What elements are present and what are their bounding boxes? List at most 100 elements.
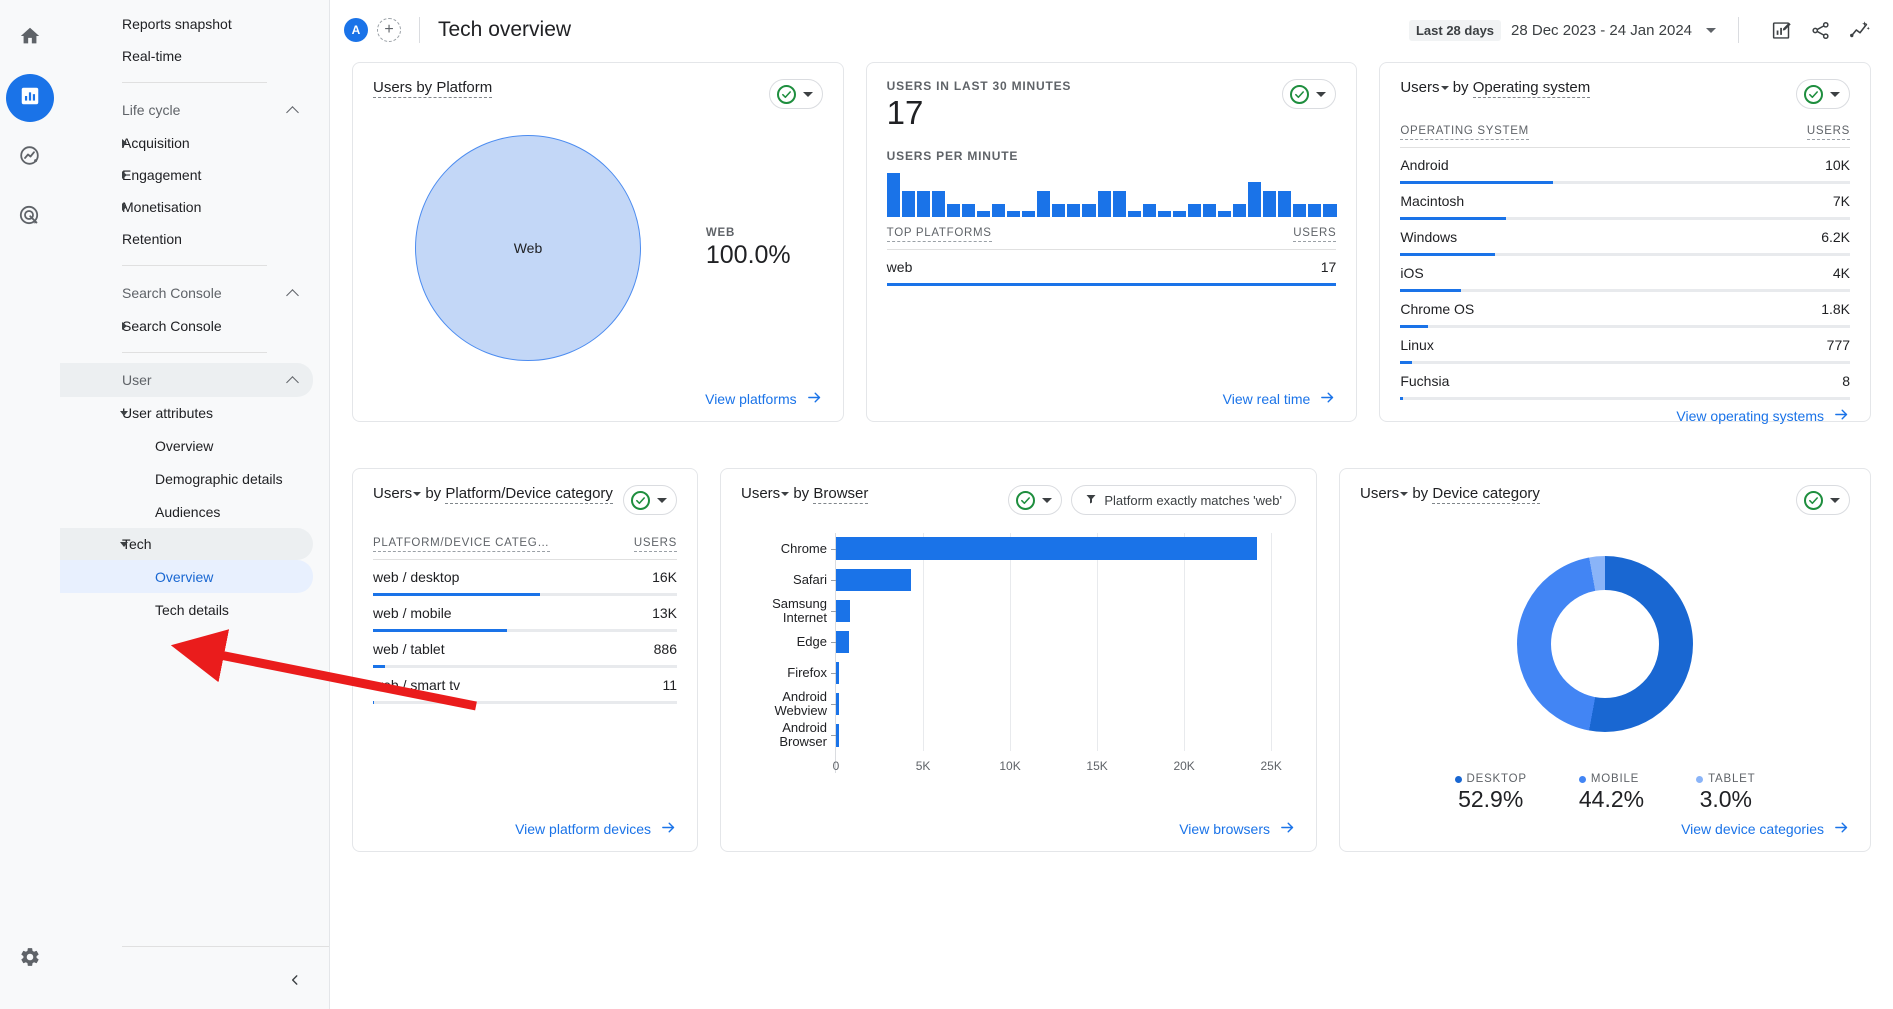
bar[interactable] xyxy=(836,724,839,746)
sidebar-group-search-console[interactable]: Search Console xyxy=(60,276,313,310)
dimension-selector-label[interactable]: Browser xyxy=(813,485,868,504)
sidebar-item-reports-snapshot[interactable]: Reports snapshot xyxy=(60,8,313,40)
view-device-categories-link[interactable]: View device categories xyxy=(1681,819,1850,839)
card-title-text[interactable]: Users by Platform xyxy=(373,79,492,98)
row-bar-fill xyxy=(1400,253,1494,256)
insights-icon[interactable] xyxy=(1849,19,1871,41)
account-avatar[interactable]: A xyxy=(344,18,368,42)
date-range-text[interactable]: 28 Dec 2023 - 24 Jan 2024 xyxy=(1511,22,1692,39)
legend-item[interactable]: MOBILE44.2% xyxy=(1579,773,1644,813)
sidebar-item-tech-overview[interactable]: Overview xyxy=(60,560,313,593)
filter-chip-platform[interactable]: Platform exactly matches 'web' xyxy=(1071,485,1296,515)
data-quality-chip[interactable] xyxy=(1008,485,1062,515)
bar[interactable] xyxy=(836,569,911,591)
table-column-header-platform[interactable]: TOP PLATFORMS xyxy=(887,227,992,242)
device-legend: DESKTOP52.9% MOBILE44.2% TABLET3.0% xyxy=(1360,773,1850,813)
share-icon[interactable] xyxy=(1810,20,1831,41)
donut-ring[interactable] xyxy=(1517,556,1693,732)
metric-selector-label[interactable]: Users xyxy=(1400,79,1439,96)
table-row[interactable]: Chrome OS1.8K xyxy=(1400,292,1850,328)
sidebar-group-life-cycle[interactable]: Life cycle xyxy=(60,93,313,127)
rail-reports-button[interactable] xyxy=(6,74,54,122)
platform-device-table: PLATFORM/DEVICE CATEG… USERS web / deskt… xyxy=(373,537,677,704)
chevron-down-icon[interactable] xyxy=(1400,492,1408,496)
rail-explore-button[interactable] xyxy=(6,134,54,182)
table-row[interactable]: web 17 xyxy=(887,250,1337,286)
table-row[interactable]: Android10K xyxy=(1400,148,1850,184)
sidebar-collapse-button[interactable] xyxy=(283,969,307,993)
view-platform-devices-link[interactable]: View platform devices xyxy=(515,819,677,839)
sidebar-item-label: Acquisition xyxy=(122,135,190,151)
sidebar-item-tech[interactable]: Tech xyxy=(60,528,313,560)
dimension-selector-label[interactable]: Device category xyxy=(1432,485,1540,504)
table-row[interactable]: iOS4K xyxy=(1400,256,1850,292)
rail-advertising-button[interactable] xyxy=(6,194,54,242)
sidebar-item-real-time[interactable]: Real-time xyxy=(60,40,313,72)
sidebar-item-user-attributes[interactable]: User attributes xyxy=(60,397,313,429)
table-column-header-users[interactable]: USERS xyxy=(1293,227,1336,242)
legend-item[interactable]: DESKTOP52.9% xyxy=(1455,773,1527,813)
bar[interactable] xyxy=(836,693,839,715)
rail-home-button[interactable] xyxy=(6,14,54,62)
table-column-header-users[interactable]: USERS xyxy=(1807,125,1850,140)
dimension-selector-label[interactable]: Operating system xyxy=(1473,79,1591,98)
add-comparison-button[interactable]: + xyxy=(377,18,401,42)
table-row[interactable]: Macintosh7K xyxy=(1400,184,1850,220)
table-row[interactable]: web / desktop16K xyxy=(373,560,677,596)
view-browsers-link[interactable]: View browsers xyxy=(1179,819,1296,839)
metric-selector-label[interactable]: Users xyxy=(373,485,412,502)
data-quality-chip[interactable] xyxy=(1796,485,1850,515)
rail-admin-settings-button[interactable] xyxy=(6,935,54,983)
sidebar-item-acquisition[interactable]: Acquisition xyxy=(60,127,313,159)
legend-label: TABLET xyxy=(1696,773,1755,785)
view-platforms-link[interactable]: View platforms xyxy=(705,389,823,409)
chevron-down-icon[interactable] xyxy=(1441,86,1449,90)
bar[interactable] xyxy=(836,662,839,684)
row-bar-track xyxy=(373,593,677,596)
table-row[interactable]: web / smart tv11 xyxy=(373,668,677,704)
sidebar-group-label: Life cycle xyxy=(122,102,180,118)
metric-selector-label[interactable]: Users xyxy=(1360,485,1399,502)
spark-bar xyxy=(1263,191,1276,217)
table-row[interactable]: Fuchsia8 xyxy=(1400,364,1850,400)
date-preset-chip[interactable]: Last 28 days xyxy=(1409,20,1501,41)
dimension-selector-label[interactable]: Platform/Device category xyxy=(445,485,613,504)
legend-item[interactable]: TABLET3.0% xyxy=(1696,773,1755,813)
view-real-time-link[interactable]: View real time xyxy=(1223,389,1337,409)
data-quality-chip[interactable] xyxy=(623,485,677,515)
sidebar-item-user-attributes-overview[interactable]: Overview xyxy=(60,429,313,462)
sidebar-item-audiences[interactable]: Audiences xyxy=(60,495,313,528)
chevron-down-icon xyxy=(803,92,813,97)
metric-selector-label[interactable]: Users xyxy=(741,485,780,502)
table-row[interactable]: Linux777 xyxy=(1400,328,1850,364)
chevron-down-icon xyxy=(1316,92,1326,97)
edit-report-icon[interactable] xyxy=(1771,20,1792,41)
pie-slice-web[interactable]: Web xyxy=(415,135,641,361)
bar[interactable] xyxy=(836,537,1257,559)
bar[interactable] xyxy=(836,600,850,622)
sidebar-item-engagement[interactable]: Engagement xyxy=(60,159,313,191)
table-row[interactable]: web / tablet886 xyxy=(373,632,677,668)
view-operating-systems-link[interactable]: View operating systems xyxy=(1676,406,1850,426)
data-quality-chip[interactable] xyxy=(1796,79,1850,109)
table-column-header-platform-device[interactable]: PLATFORM/DEVICE CATEG… xyxy=(373,537,550,552)
sidebar-item-label: Reports snapshot xyxy=(122,16,232,32)
row-bar-fill xyxy=(1400,325,1428,328)
sidebar-item-monetisation[interactable]: Monetisation xyxy=(60,191,313,223)
data-quality-chip[interactable] xyxy=(1282,79,1336,109)
table-column-header-os[interactable]: OPERATING SYSTEM xyxy=(1400,125,1529,140)
sidebar-item-retention[interactable]: Retention xyxy=(60,223,313,255)
data-quality-chip[interactable] xyxy=(769,79,823,109)
chevron-down-icon[interactable] xyxy=(413,492,421,496)
bar[interactable] xyxy=(836,631,849,653)
chevron-down-icon[interactable] xyxy=(1706,28,1716,33)
table-column-header-users[interactable]: USERS xyxy=(634,537,677,552)
sidebar-group-user[interactable]: User xyxy=(60,363,313,397)
chevron-down-icon[interactable] xyxy=(781,492,789,496)
sidebar-item-tech-details[interactable]: Tech details xyxy=(60,593,313,626)
sidebar-item-demographic-details[interactable]: Demographic details xyxy=(60,462,313,495)
table-row[interactable]: web / mobile13K xyxy=(373,596,677,632)
sidebar-item-search-console[interactable]: Search Console xyxy=(60,310,313,342)
sidebar-item-label: Tech details xyxy=(155,602,229,618)
table-row[interactable]: Windows6.2K xyxy=(1400,220,1850,256)
